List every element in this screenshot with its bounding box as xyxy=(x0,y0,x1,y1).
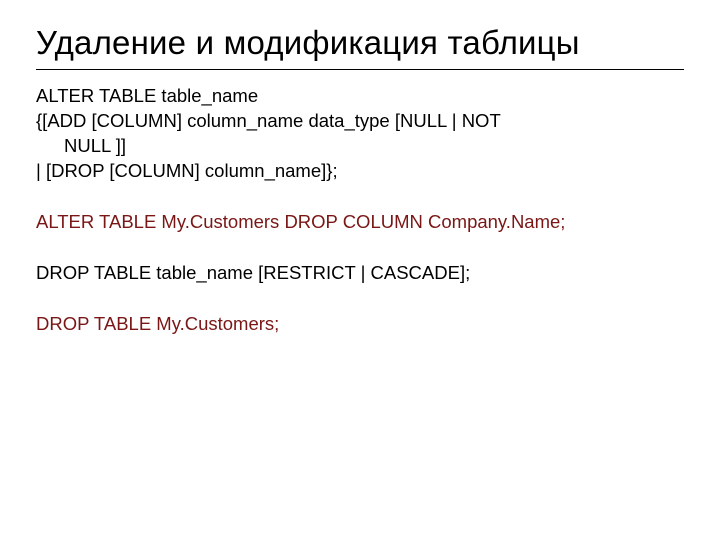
text-line: | [DROP [COLUMN] column_name]}; xyxy=(36,160,338,181)
paragraph-drop-example: DROP TABLE My.Customers; xyxy=(36,312,684,337)
slide: Удаление и модификация таблицы ALTER TAB… xyxy=(0,0,720,540)
title-underline xyxy=(36,69,684,70)
text-line: {[ADD [COLUMN] column_name data_type [NU… xyxy=(36,110,501,131)
text-line: ALTER TABLE My.Customers DROP COLUMN Com… xyxy=(36,211,565,232)
text-line: DROP TABLE table_name [RESTRICT | CASCAD… xyxy=(36,262,470,283)
text-line: ALTER TABLE table_name xyxy=(36,85,258,106)
slide-body: ALTER TABLE table_name {[ADD [COLUMN] co… xyxy=(36,84,684,337)
paragraph-alter-example: ALTER TABLE My.Customers DROP COLUMN Com… xyxy=(36,210,684,235)
paragraph-alter-syntax: ALTER TABLE table_name {[ADD [COLUMN] co… xyxy=(36,84,684,184)
paragraph-drop-syntax: DROP TABLE table_name [RESTRICT | CASCAD… xyxy=(36,261,684,286)
text-line: DROP TABLE My.Customers; xyxy=(36,313,279,334)
slide-title: Удаление и модификация таблицы xyxy=(36,22,684,63)
text-line-indent: NULL ]] xyxy=(36,134,684,159)
